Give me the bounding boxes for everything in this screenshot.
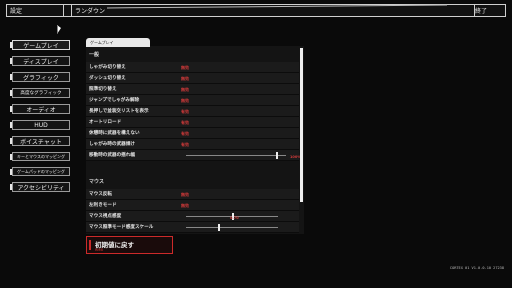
version-label: CORTEX 01 V1.0.0.10 27238 bbox=[449, 266, 504, 270]
sidebar-item-display[interactable]: ディスプレイ bbox=[10, 56, 70, 66]
setting-row-toggle-sprint[interactable]: ダッシュ切り替え 無効 bbox=[86, 73, 299, 84]
setting-row-ads-sensitivity-scale[interactable]: マウス照準モード感度スケール bbox=[86, 222, 299, 233]
setting-label: しゃがみ切り替え bbox=[89, 65, 126, 70]
sidebar-item-keyboard-mouse-mapping[interactable]: キーとマウスのマッピング bbox=[10, 152, 70, 161]
settings-scrollbar[interactable] bbox=[300, 48, 303, 202]
setting-row-toggle-aim[interactable]: 照準切り替え 無効 bbox=[86, 84, 299, 95]
setting-value[interactable]: 有効 bbox=[181, 117, 189, 128]
setting-row-weapon-sway[interactable]: 移動時の武器の揺れ幅 100% bbox=[86, 150, 301, 161]
setting-label: マウス照準モード感度スケール bbox=[89, 225, 154, 230]
close-button[interactable]: 終了 bbox=[475, 6, 487, 15]
breadcrumb: ランダウン bbox=[75, 8, 106, 15]
ads-sensitivity-slider[interactable] bbox=[186, 224, 278, 231]
setting-label: 移動時の武器の揺れ幅 bbox=[89, 153, 135, 158]
setting-value[interactable]: 無効 bbox=[181, 84, 189, 95]
title-decoration bbox=[107, 4, 447, 11]
settings-list: 一般 しゃがみ切り替え 無効 ダッシュ切り替え 無効 照準切り替え 無効 ジャン… bbox=[86, 48, 301, 233]
mouse-sensitivity-slider[interactable]: 0.70 bbox=[186, 213, 278, 220]
setting-label: マウス反転 bbox=[89, 192, 112, 197]
title-bar: 設定 ランダウン 終了 bbox=[6, 4, 506, 17]
setting-label: ジャンプでしゃがみ解除 bbox=[89, 98, 140, 103]
sidebar-item-audio[interactable]: オーディオ bbox=[10, 104, 70, 114]
title-divider bbox=[63, 5, 64, 16]
setting-row-jump-uncrouch[interactable]: ジャンプでしゃがみ解除 無効 bbox=[86, 95, 299, 106]
section-header-general: 一般 bbox=[89, 52, 100, 58]
setting-row-mouse-sensitivity[interactable]: マウス視点感度 0.70 bbox=[86, 211, 299, 222]
setting-value[interactable]: 有効 bbox=[181, 128, 189, 139]
setting-value[interactable]: 無効 bbox=[181, 200, 189, 211]
setting-value[interactable]: 無効 bbox=[181, 95, 189, 106]
tab-gameplay-label: ゲームプレイ bbox=[90, 40, 114, 45]
slider-handle[interactable] bbox=[218, 224, 221, 231]
setting-row-crouch-weapon-tilt[interactable]: しゃがみ時の武器傾け 有効 bbox=[86, 139, 299, 150]
setting-row-toggle-crouch[interactable]: しゃがみ切り替え 無効 bbox=[86, 62, 299, 73]
section-header-mouse: マウス bbox=[89, 179, 105, 185]
setting-label: 長押しで並装交リストを表示 bbox=[89, 109, 149, 114]
sidebar-item-hud[interactable]: HUD bbox=[10, 120, 70, 130]
setting-label: 休憩時に武器を構えない bbox=[89, 131, 140, 136]
setting-label: ダッシュ切り替え bbox=[89, 76, 126, 81]
setting-value[interactable]: 無効 bbox=[181, 73, 189, 84]
setting-label: マウス視点感度 bbox=[89, 214, 122, 219]
sidebar-item-advanced-graphics[interactable]: 高度なグラフィック bbox=[10, 88, 70, 98]
sidebar-item-gameplay[interactable]: ゲームプレイ bbox=[10, 40, 70, 50]
mouse-cursor-icon bbox=[57, 25, 61, 34]
setting-row-auto-reload[interactable]: オートリロード 有効 bbox=[86, 117, 299, 128]
tab-gameplay[interactable]: ゲームプレイ bbox=[86, 38, 150, 47]
weapon-sway-slider[interactable]: 100% bbox=[186, 152, 301, 159]
sidebar-item-voice-chat[interactable]: ボイスチャット bbox=[10, 136, 70, 146]
setting-value[interactable]: 有効 bbox=[181, 106, 189, 117]
sidebar-item-graphics[interactable]: グラフィック bbox=[10, 72, 70, 82]
reset-defaults-button[interactable]: 初期値に戻す RMB bbox=[86, 236, 173, 254]
setting-label: オートリロード bbox=[89, 120, 122, 125]
setting-value[interactable]: 有効 bbox=[181, 139, 189, 150]
setting-label: 照準切り替え bbox=[89, 87, 117, 92]
setting-row-hold-show-list[interactable]: 長押しで並装交リストを表示 有効 bbox=[86, 106, 299, 117]
sidebar-item-accessibility[interactable]: アクセシビリティ bbox=[10, 182, 70, 192]
setting-label: しゃがみ時の武器傾け bbox=[89, 142, 135, 147]
slider-handle[interactable] bbox=[276, 152, 278, 159]
sidebar: ゲームプレイ ディスプレイ グラフィック 高度なグラフィック オーディオ HUD… bbox=[10, 40, 70, 198]
title-divider bbox=[71, 5, 72, 16]
window-title: 設定 bbox=[10, 8, 23, 15]
setting-value[interactable]: 無効 bbox=[181, 189, 189, 200]
sidebar-item-gamepad-mapping[interactable]: ゲームパッドのマッピング bbox=[10, 167, 70, 176]
setting-row-lower-weapon-rest[interactable]: 休憩時に武器を構えない 有効 bbox=[86, 128, 299, 139]
setting-row-left-handed[interactable]: 左利きモード 無効 bbox=[86, 200, 299, 211]
setting-label: 左利きモード bbox=[89, 203, 117, 208]
setting-row-invert-mouse[interactable]: マウス反転 無効 bbox=[86, 189, 299, 200]
reset-key-hint: RMB bbox=[95, 248, 103, 252]
setting-value[interactable]: 無効 bbox=[181, 62, 189, 73]
